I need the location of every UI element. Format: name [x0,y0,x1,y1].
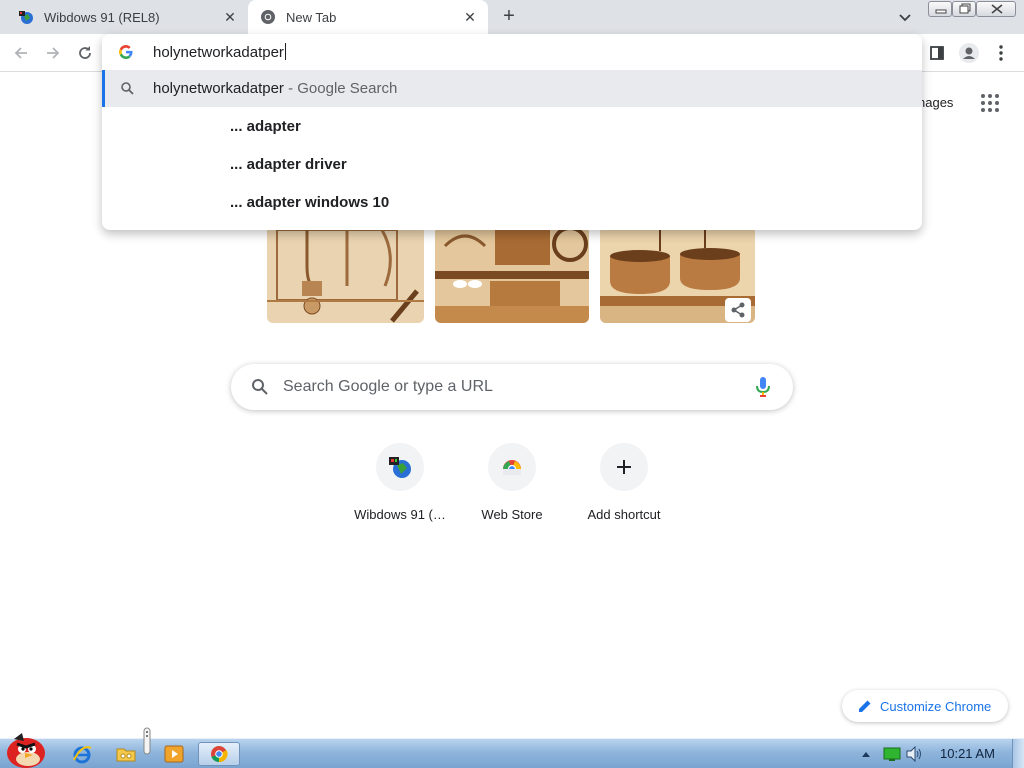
show-hidden-icons-arrow-icon[interactable] [858,742,874,766]
taskbar-clock[interactable]: 10:21 AM [940,746,995,761]
volume-icon[interactable] [904,742,924,766]
chrome-icon [260,9,276,25]
taskbar-chrome-button[interactable] [198,742,240,766]
suggestion-text: holynetworkadatper - Google Search [153,80,398,97]
tab-new-tab[interactable]: New Tab ✕ [248,0,488,34]
taskbar: 10:21 AM [0,727,1024,768]
shortcut-label: Add shortcut [587,507,661,522]
internet-explorer-icon[interactable] [70,742,94,766]
pencil-icon [859,700,871,712]
suggestion-item[interactable]: ... adapter [230,118,301,135]
wibdows-favicon-icon [18,9,34,25]
profile-avatar-icon[interactable] [958,42,980,64]
tab-close-icon[interactable]: ✕ [462,9,478,25]
google-g-icon [118,44,134,60]
minimize-button[interactable] [928,1,952,17]
shortcut-label: Wibdows 91 (… [354,507,446,522]
tab-title: Wibdows 91 (REL8) [44,9,160,25]
start-button-angry-bird-icon[interactable] [2,731,50,768]
microphone-icon[interactable] [755,376,771,398]
tab-close-icon[interactable]: ✕ [222,9,238,25]
doodle-panel-3[interactable] [600,226,755,323]
back-arrow-icon[interactable] [10,42,32,64]
add-shortcut-button[interactable]: Add shortcut [568,443,680,535]
search-icon [251,378,269,396]
search-icon [120,81,135,96]
shortcut-label: Web Store [481,507,543,522]
google-search-box[interactable] [231,364,793,410]
tab-wibdows[interactable]: Wibdows 91 (REL8) ✕ [0,0,248,34]
omnibox-dropdown: holynetworkadatper holynetworkadatper - … [102,34,922,230]
share-icon[interactable] [728,300,748,320]
customize-label: Customize Chrome [880,698,992,714]
side-panel-icon[interactable] [926,42,948,64]
suggestion-item[interactable]: ... adapter windows 10 [230,194,389,211]
reload-icon[interactable] [74,42,96,64]
show-desktop-button[interactable] [1012,739,1024,768]
taskbar-handle-icon[interactable] [140,727,154,755]
customize-chrome-button[interactable]: Customize Chrome [842,690,1008,722]
shortcut-wibdows[interactable]: Wibdows 91 (… [344,443,456,535]
doodle-panel-1[interactable] [267,226,424,323]
suggestion-search-row[interactable]: holynetworkadatper - Google Search [102,70,922,107]
tab-search-chevron-icon[interactable] [895,8,915,26]
omnibox-input-text[interactable]: holynetworkadatper [153,43,286,61]
plus-icon [600,443,648,491]
web-store-icon [488,443,536,491]
shortcut-web-store[interactable]: Web Store [456,443,568,535]
network-status-icon[interactable] [882,742,902,766]
tab-title: New Tab [286,9,337,25]
doodle-panel-2[interactable] [435,226,589,323]
tab-strip: Wibdows 91 (REL8) ✕ New Tab ✕ + [0,0,1024,34]
new-tab-button[interactable]: + [498,6,520,28]
restore-button[interactable] [952,1,976,17]
omnibox[interactable]: holynetworkadatper [102,34,922,70]
suggestion-item[interactable]: ... adapter driver [230,156,347,173]
search-input[interactable] [283,375,723,399]
images-link[interactable]: nages [918,95,953,110]
media-player-icon[interactable] [162,742,186,766]
close-window-button[interactable] [976,1,1016,17]
folder-icon[interactable] [114,742,138,766]
google-apps-grid-icon[interactable] [980,93,1000,113]
forward-arrow-icon[interactable] [42,42,64,64]
wibdows-favicon-icon [376,443,424,491]
kebab-menu-icon[interactable] [990,42,1012,64]
